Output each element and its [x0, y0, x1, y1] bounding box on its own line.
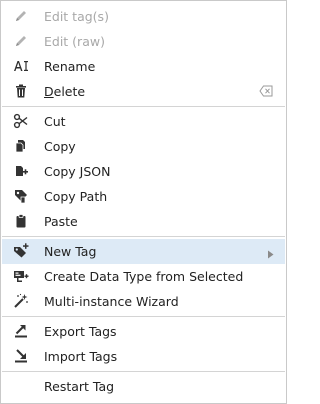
delete-key-icon — [259, 85, 273, 97]
copy-icon — [13, 138, 29, 154]
menu-item-copy-path[interactable]: Copy Path — [2, 184, 285, 209]
create-data-type-icon — [13, 268, 29, 284]
menu-item-multi-instance-wizard[interactable]: Multi-instance Wizard — [2, 289, 285, 314]
clipboard-icon — [13, 213, 29, 229]
menu-separator — [2, 106, 285, 107]
menu-item-restart-tag[interactable]: Restart Tag — [2, 374, 285, 399]
menu-item-paste[interactable]: Paste — [2, 209, 285, 234]
menu-item-label: Export Tags — [44, 324, 117, 339]
pencil-icon — [13, 8, 29, 24]
copy-path-icon — [13, 188, 29, 204]
menu-item-label-rest: elete — [53, 84, 86, 99]
menu-item-edit-tags: Edit tag(s) — [2, 4, 285, 29]
export-icon — [13, 323, 29, 339]
menu-item-label: Multi-instance Wizard — [44, 294, 179, 309]
menu-item-label: Rename — [44, 59, 96, 74]
rename-icon — [13, 58, 29, 74]
menu-item-export-tags[interactable]: Export Tags — [2, 319, 285, 344]
import-icon — [13, 348, 29, 364]
menu-item-label: Cut — [44, 114, 66, 129]
mnemonic-letter: D — [44, 84, 54, 99]
menu-separator — [2, 236, 285, 237]
copy-json-icon — [13, 163, 29, 179]
menu-item-label: Import Tags — [44, 349, 118, 364]
menu-item-label: Edit tag(s) — [44, 9, 109, 24]
pencil-icon — [13, 33, 29, 49]
menu-item-label: Create Data Type from Selected — [44, 269, 244, 284]
menu-item-delete[interactable]: Delete — [2, 79, 285, 104]
menu-item-create-data-type[interactable]: Create Data Type from Selected — [2, 264, 285, 289]
menu-item-cut[interactable]: Cut — [2, 109, 285, 134]
menu-item-label: Delete — [44, 79, 85, 104]
wand-icon — [13, 293, 29, 309]
menu-separator — [2, 316, 285, 317]
menu-item-copy-json[interactable]: Copy JSON — [2, 159, 285, 184]
menu-item-edit-raw: Edit (raw) — [2, 29, 285, 54]
menu-item-label: Copy Path — [44, 189, 108, 204]
menu-item-label: Paste — [44, 214, 78, 229]
menu-item-new-tag[interactable]: New Tag — [2, 239, 285, 264]
menu-item-label: New Tag — [44, 244, 97, 259]
menu-item-label: Copy — [44, 139, 76, 154]
scissors-icon — [13, 113, 29, 129]
menu-separator — [2, 371, 285, 372]
chevron-right-icon — [267, 247, 274, 259]
menu-item-rename[interactable]: Rename — [2, 54, 285, 79]
menu-item-label: Copy JSON — [44, 164, 111, 179]
menu-item-label: Restart Tag — [44, 379, 115, 394]
new-tag-icon — [13, 243, 29, 259]
menu-item-import-tags[interactable]: Import Tags — [2, 344, 285, 369]
menu-item-copy[interactable]: Copy — [2, 134, 285, 159]
context-menu: Edit tag(s) Edit (raw) Rename Delete Cut… — [0, 0, 287, 404]
trash-icon — [13, 83, 29, 99]
menu-item-label: Edit (raw) — [44, 34, 105, 49]
